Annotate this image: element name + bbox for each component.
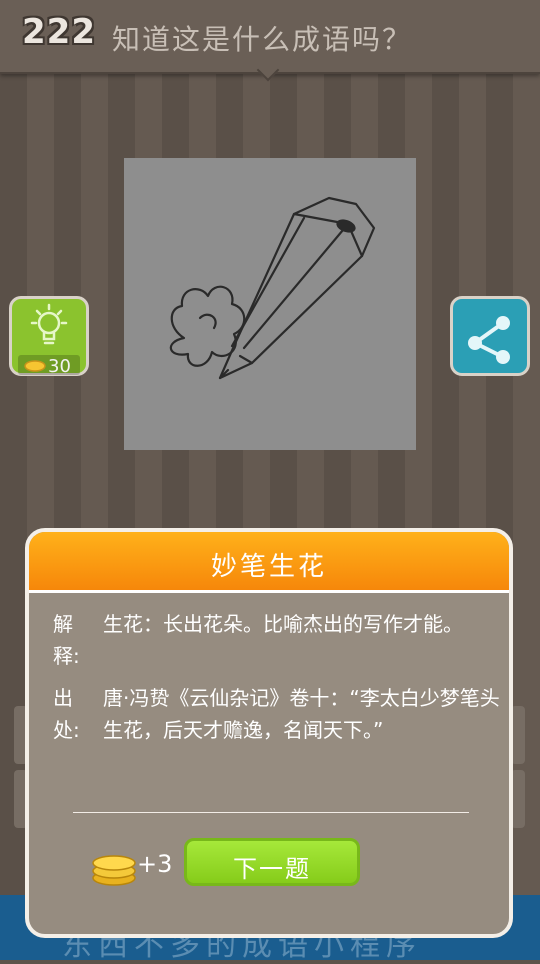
share-icon	[468, 316, 510, 364]
answer-slot-right-2	[511, 770, 525, 828]
dialog-divider	[73, 812, 469, 813]
lightbulb-icon	[30, 303, 68, 345]
level-number: 222	[22, 12, 96, 52]
next-question-label: 下一题	[233, 855, 311, 883]
coin-icon	[24, 360, 46, 372]
source-label: 出处:	[53, 686, 80, 742]
idiom-title: 妙笔生花	[210, 552, 327, 582]
top-bar: 222 知道这是什么成语吗？	[0, 0, 540, 82]
reward-amount: +3	[137, 850, 173, 878]
pencil-flower-drawing	[169, 196, 376, 380]
coin-stack-icon	[91, 850, 137, 890]
hint-cost: 30	[48, 356, 71, 377]
hint-button[interactable]: 30	[9, 296, 89, 377]
share-button[interactable]	[450, 296, 530, 376]
answer-slot-right-1	[511, 706, 525, 764]
source-text: 唐·冯贽《云仙杂记》卷十：“李太白少梦笔头生花，后天才赡逸，名闻天下。”	[103, 686, 500, 742]
puzzle-image	[124, 158, 416, 450]
explanation-label: 解释:	[53, 612, 80, 668]
answer-dialog: 妙笔生花 解释: 生花：长出花朵。比喻杰出的写作才能。 出处: 唐·冯贽《云仙杂…	[25, 528, 513, 938]
explanation-text: 生花：长出花朵。比喻杰出的写作才能。	[103, 612, 463, 636]
question-text: 知道这是什么成语吗？	[112, 23, 413, 56]
next-question-button[interactable]: 下一题	[184, 838, 360, 886]
dialog-header: 妙笔生花	[29, 532, 509, 593]
